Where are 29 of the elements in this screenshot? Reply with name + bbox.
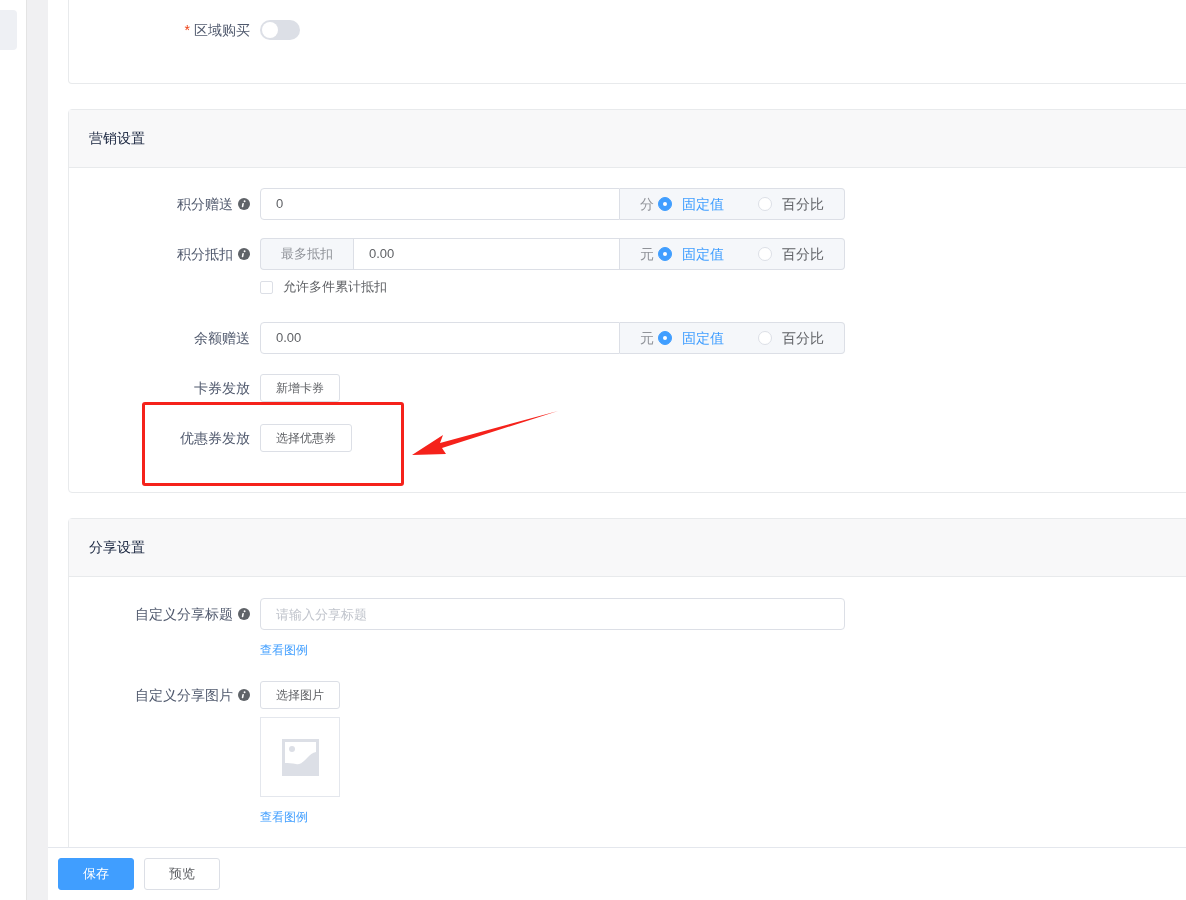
preview-button[interactable]: 预览 xyxy=(144,858,220,890)
radio-option[interactable]: 百分比 xyxy=(758,193,824,215)
field-label: 区域购买 xyxy=(194,20,250,40)
required-mark: * xyxy=(184,20,190,40)
field-label: 自定义分享图片 xyxy=(135,685,233,705)
checkbox-option[interactable]: 允许多件累计抵扣 xyxy=(260,276,387,298)
field-label: 优惠券发放 xyxy=(180,428,250,448)
section-header: 分享设置 xyxy=(69,519,1186,577)
radio-option[interactable]: 百分比 xyxy=(758,327,824,349)
input-prefix: 最多抵扣 xyxy=(260,238,353,270)
field-label: 余额赠送 xyxy=(194,328,250,348)
select-button[interactable]: 选择图片 xyxy=(260,681,340,709)
select-button[interactable]: 选择优惠券 xyxy=(260,424,352,452)
field-label: 自定义分享标题 xyxy=(135,604,233,624)
unit-label: 元 xyxy=(640,328,654,348)
field-label: 卡券发放 xyxy=(194,378,250,398)
input-field[interactable]: 0.00 xyxy=(260,322,620,354)
input-field[interactable]: 0 xyxy=(260,188,620,220)
section-header: 营销设置 xyxy=(69,110,1186,168)
input-field[interactable]: 0.00 xyxy=(353,238,620,270)
radio-option[interactable]: 百分比 xyxy=(758,243,824,265)
toggle-switch[interactable] xyxy=(260,20,300,40)
select-button[interactable]: 新增卡券 xyxy=(260,374,340,402)
image-icon xyxy=(281,738,319,776)
field-label: 积分抵扣 xyxy=(177,244,233,264)
field-label: 积分赠送 xyxy=(177,194,233,214)
unit-label: 分 xyxy=(640,194,654,214)
unit-label: 元 xyxy=(640,244,654,264)
title-input[interactable]: 请输入分享标题 xyxy=(260,598,845,630)
